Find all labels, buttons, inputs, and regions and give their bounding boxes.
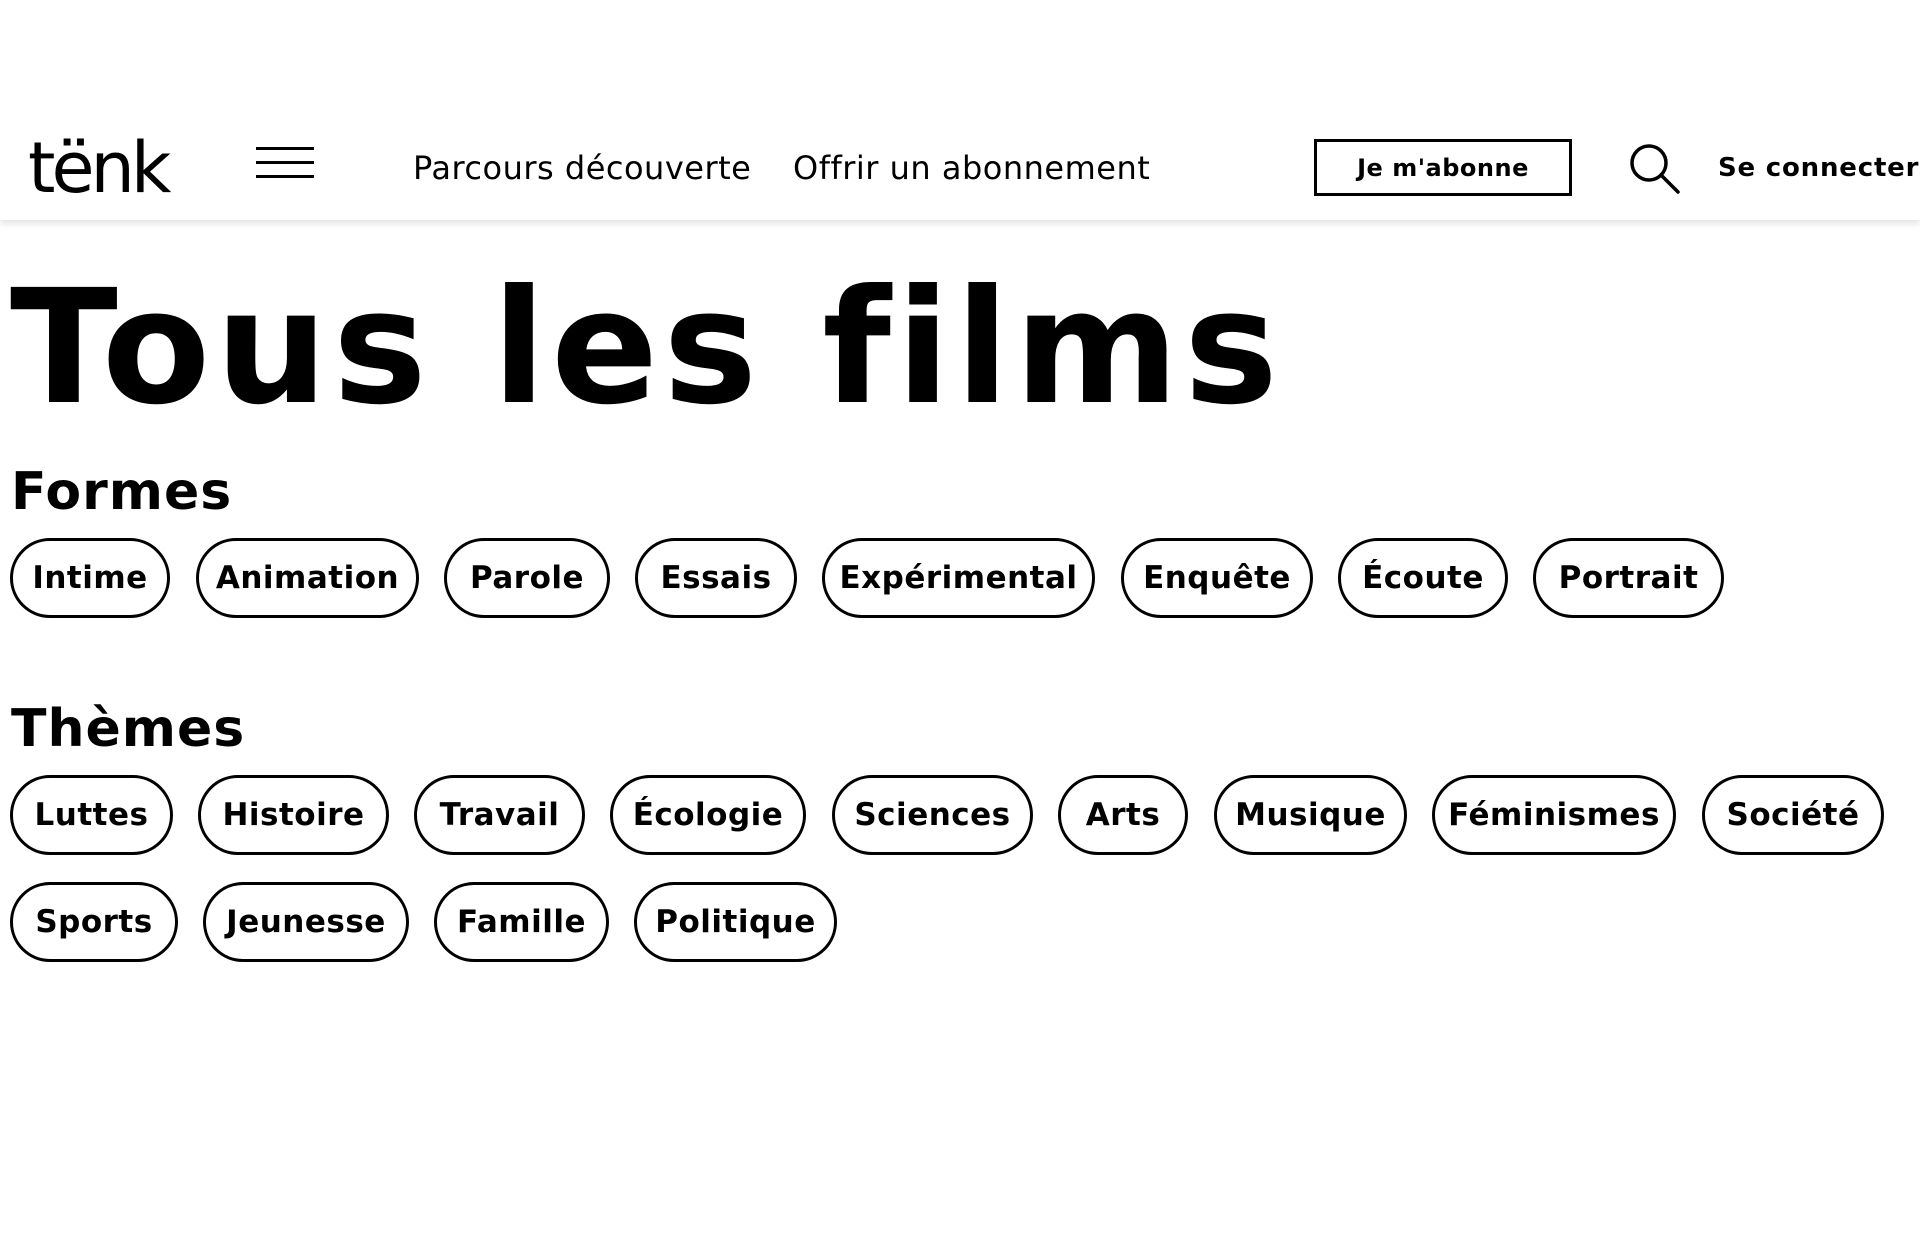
filter-pill-sciences[interactable]: Sciences	[832, 775, 1033, 855]
menu-line-icon	[256, 147, 314, 150]
filter-pill-famille[interactable]: Famille	[434, 882, 609, 962]
hamburger-menu-icon[interactable]	[256, 144, 316, 182]
nav-link-parcours-decouverte[interactable]: Parcours découverte	[413, 148, 751, 188]
login-link[interactable]: Se connecter	[1718, 150, 1919, 186]
filter-pill-histoire[interactable]: Histoire	[198, 775, 389, 855]
filter-pill-luttes[interactable]: Luttes	[10, 775, 173, 855]
filter-pill-ecologie[interactable]: Écologie	[610, 775, 806, 855]
filter-pill-feminismes[interactable]: Féminismes	[1432, 775, 1676, 855]
filter-pill-intime[interactable]: Intime	[10, 538, 170, 618]
search-icon-graphic	[1630, 144, 1680, 194]
filter-pill-sports[interactable]: Sports	[10, 882, 178, 962]
page-title: Tous les films	[10, 256, 1283, 440]
search-icon[interactable]	[1628, 142, 1682, 196]
filter-pill-jeunesse[interactable]: Jeunesse	[203, 882, 409, 962]
filter-pill-experimental[interactable]: Expérimental	[822, 538, 1095, 618]
filter-pill-animation[interactable]: Animation	[196, 538, 419, 618]
section-title-formes: Formes	[11, 462, 233, 522]
filter-pill-portrait[interactable]: Portrait	[1533, 538, 1724, 618]
filter-pill-enquete[interactable]: Enquête	[1121, 538, 1313, 618]
menu-line-icon	[256, 175, 314, 178]
filter-pill-ecoute[interactable]: Écoute	[1338, 538, 1508, 618]
filter-pill-essais[interactable]: Essais	[635, 538, 797, 618]
section-title-themes: Thèmes	[11, 699, 246, 759]
subscribe-button[interactable]: Je m'abonne	[1314, 139, 1572, 196]
site-logo[interactable]: tënk	[28, 128, 171, 208]
nav-link-offrir-abonnement[interactable]: Offrir un abonnement	[793, 148, 1150, 188]
filter-pill-parole[interactable]: Parole	[444, 538, 610, 618]
filter-pill-musique[interactable]: Musique	[1214, 775, 1407, 855]
filter-pill-societe[interactable]: Société	[1702, 775, 1884, 855]
filter-pill-arts[interactable]: Arts	[1058, 775, 1188, 855]
filter-pill-politique[interactable]: Politique	[634, 882, 837, 962]
site-header: tënk Parcours découverte Offrir un abonn…	[0, 124, 1920, 220]
filter-pill-travail[interactable]: Travail	[414, 775, 585, 855]
menu-line-icon	[256, 161, 314, 164]
